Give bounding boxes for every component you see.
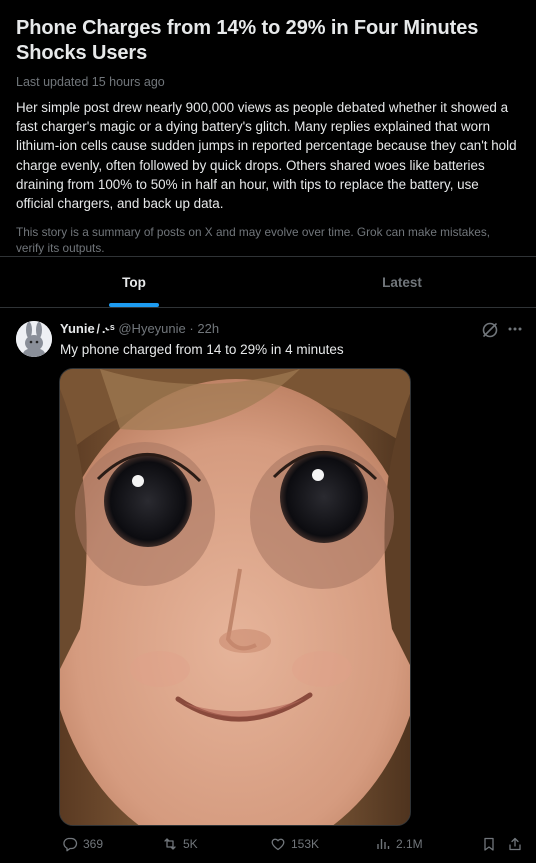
post-image[interactable] <box>59 368 411 826</box>
repost-count: 5K <box>183 837 198 851</box>
tab-active-indicator <box>109 303 159 307</box>
story-title: Phone Charges from 14% to 29% in Four Mi… <box>16 17 479 64</box>
tab-latest[interactable]: Latest <box>268 257 536 307</box>
share-icon <box>509 837 521 851</box>
separator-dot: · <box>189 321 194 336</box>
like-count: 153K <box>291 837 320 851</box>
grok-icon[interactable] <box>481 321 499 339</box>
tab-latest-label: Latest <box>382 274 422 290</box>
repost-button[interactable]: 5K <box>162 836 198 852</box>
views-icon <box>377 839 390 849</box>
bookmark-button[interactable] <box>481 836 497 852</box>
reply-button[interactable]: 369 <box>62 836 103 852</box>
share-button[interactable] <box>507 836 523 852</box>
action-bar: 369 5K 153K 2.1M <box>0 836 536 858</box>
reply-count: 369 <box>83 837 104 851</box>
author-handle[interactable]: @Hyeyunie <box>118 321 185 336</box>
post-time[interactable]: 22h <box>197 321 219 336</box>
story-header: Phone Charges from 14% to 29% in Four Mi… <box>0 0 536 256</box>
story-summary: Her simple post drew nearly 900,000 view… <box>16 100 517 212</box>
reply-icon <box>63 837 78 852</box>
tab-top-label: Top <box>122 274 146 290</box>
more-icon[interactable] <box>505 319 525 339</box>
post[interactable]: Yunie ̸ .˞ˢ @Hyeyunie · 22h My phone cha… <box>0 309 536 863</box>
bunny-avatar-icon <box>16 321 52 357</box>
views-count: 2.1M <box>396 837 423 851</box>
repost-icon <box>164 838 176 850</box>
post-text: My phone charged from 14 to 29% in 4 min… <box>60 342 344 357</box>
post-header: Yunie ̸ .˞ˢ @Hyeyunie · 22h <box>60 321 219 337</box>
tab-top[interactable]: Top <box>0 257 268 307</box>
avatar[interactable] <box>16 321 52 357</box>
like-icon <box>271 838 285 851</box>
author-name[interactable]: Yunie ̸ .˞ˢ <box>60 321 115 336</box>
views-button[interactable]: 2.1M <box>375 836 423 852</box>
story-updated: Last updated 15 hours ago <box>16 75 165 89</box>
face-photo <box>60 369 410 825</box>
bookmark-icon <box>484 837 494 851</box>
like-button[interactable]: 153K <box>270 836 319 852</box>
story-disclaimer: This story is a summary of posts on X an… <box>16 225 491 256</box>
tab-bar: Top Latest <box>0 257 536 308</box>
